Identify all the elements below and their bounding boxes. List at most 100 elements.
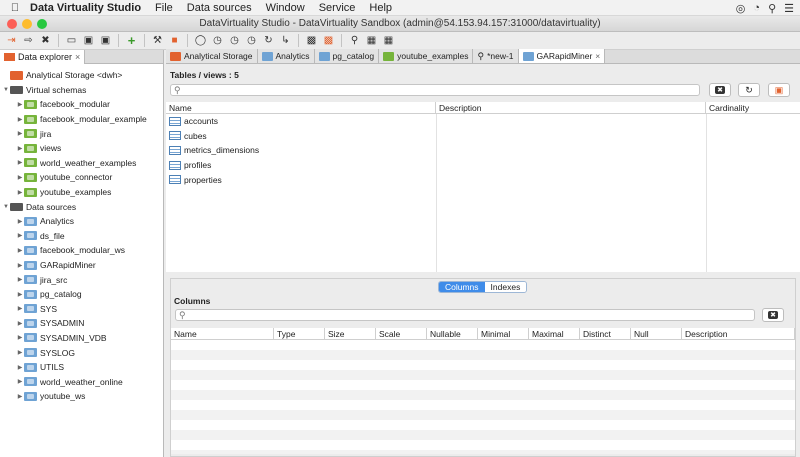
table-row[interactable]: properties bbox=[166, 172, 800, 187]
zoom-window-button[interactable] bbox=[37, 19, 47, 29]
tree-node-data-sources[interactable]: ▼ Data sources bbox=[0, 199, 163, 214]
menu-data-sources[interactable]: Data sources bbox=[187, 2, 252, 14]
notification-center-icon[interactable]: ☰ bbox=[784, 2, 794, 15]
editor-tab-2[interactable]: pg_catalog bbox=[314, 49, 380, 63]
editor-tab-5[interactable]: GARapidMiner × bbox=[518, 49, 606, 63]
schedule-icon[interactable]: ◷ bbox=[244, 34, 259, 48]
query-search-icon[interactable]: ⚲ bbox=[347, 34, 362, 48]
editor-tab-1[interactable]: Analytics bbox=[257, 49, 315, 63]
menu-help[interactable]: Help bbox=[369, 2, 392, 14]
clock-icon[interactable]: ◷ bbox=[210, 34, 225, 48]
column-header-cardinality[interactable]: Cardinality bbox=[706, 102, 800, 113]
close-icon[interactable]: × bbox=[595, 51, 600, 61]
tree-node-virtual-schema-6[interactable]: ▶ youtube_examples bbox=[0, 185, 163, 200]
menu-window[interactable]: Window bbox=[266, 2, 305, 14]
tree-node-data-source-5[interactable]: ▶ pg_catalog bbox=[0, 287, 163, 302]
menu-file[interactable]: File bbox=[155, 2, 173, 14]
apple-icon[interactable]:  bbox=[0, 2, 30, 14]
history-icon[interactable]: ◷ bbox=[227, 34, 242, 48]
import-icon[interactable]: ⇥ bbox=[4, 34, 19, 48]
clear-columns-filter-button[interactable]: ✖ bbox=[762, 308, 784, 322]
expand-triangle-icon[interactable]: ▶ bbox=[16, 305, 24, 312]
tree-node-data-source-11[interactable]: ▶ world_weather_online bbox=[0, 374, 163, 389]
columns-header-type[interactable]: Type bbox=[274, 328, 325, 339]
refresh-history-icon[interactable]: ↻ bbox=[261, 34, 276, 48]
tree-node-virtual-schema-0[interactable]: ▶ facebook_modular bbox=[0, 97, 163, 112]
columns-header-size[interactable]: Size bbox=[325, 328, 376, 339]
expand-triangle-icon[interactable]: ▶ bbox=[16, 247, 24, 254]
database-settings-button[interactable]: ▣ bbox=[768, 83, 790, 97]
tree-node-data-source-2[interactable]: ▶ facebook_modular_ws bbox=[0, 243, 163, 258]
tree-node-virtual-schema-4[interactable]: ▶ world_weather_examples bbox=[0, 156, 163, 171]
columns-header-name[interactable]: Name bbox=[171, 328, 274, 339]
table-row[interactable]: cubes bbox=[166, 129, 800, 144]
tree-node-virtual-schema-3[interactable]: ▶ views bbox=[0, 141, 163, 156]
add-icon[interactable]: + bbox=[124, 33, 139, 48]
tables-search-input[interactable]: ⚲ bbox=[170, 84, 700, 96]
expand-triangle-icon[interactable]: ▶ bbox=[16, 378, 24, 385]
minimize-window-button[interactable] bbox=[22, 19, 32, 29]
expand-triangle-icon[interactable]: ▶ bbox=[16, 218, 24, 225]
delete-icon[interactable]: ✖ bbox=[38, 34, 53, 48]
expand-triangle-icon[interactable]: ▶ bbox=[16, 262, 24, 269]
expand-triangle-icon[interactable]: ▶ bbox=[16, 276, 24, 283]
columns-header-nullable[interactable]: Nullable bbox=[427, 328, 478, 339]
tree-node-data-source-6[interactable]: ▶ SYS bbox=[0, 302, 163, 317]
expand-triangle-icon[interactable]: ▶ bbox=[16, 393, 24, 400]
expand-triangle-icon[interactable]: ▶ bbox=[16, 189, 24, 196]
editor-tab-0[interactable]: Analytical Storage bbox=[166, 49, 258, 63]
expand-triangle-icon[interactable]: ▶ bbox=[16, 159, 24, 166]
tab-data-explorer[interactable]: Data explorer × bbox=[0, 49, 86, 64]
briefcase-icon[interactable]: ▩ bbox=[304, 34, 319, 48]
columns-header-maximal[interactable]: Maximal bbox=[529, 328, 580, 339]
column-header-description[interactable]: Description bbox=[436, 102, 706, 113]
clear-filter-button[interactable]: ✖ bbox=[709, 83, 731, 97]
storage-icon[interactable]: ■ bbox=[167, 34, 182, 48]
tree-node-data-source-0[interactable]: ▶ Analytics bbox=[0, 214, 163, 229]
expand-triangle-icon[interactable]: ▶ bbox=[16, 101, 24, 108]
segment-indexes[interactable]: Indexes bbox=[484, 282, 527, 292]
briefcase-orange-icon[interactable]: ▩ bbox=[321, 34, 336, 48]
tree-node-virtual-schemas[interactable]: ▼ Virtual schemas bbox=[0, 83, 163, 98]
expand-triangle-icon[interactable]: ▶ bbox=[16, 334, 24, 341]
tree-node-virtual-schema-1[interactable]: ▶ facebook_modular_example bbox=[0, 112, 163, 127]
creative-cloud-icon[interactable]: ◎ bbox=[736, 2, 746, 15]
expand-triangle-icon[interactable]: ▶ bbox=[16, 232, 24, 239]
export-icon[interactable]: ⇨ bbox=[21, 34, 36, 48]
segment-columns[interactable]: Columns bbox=[439, 282, 485, 292]
expand-triangle-icon[interactable]: ▼ bbox=[2, 87, 10, 93]
wifi-icon[interactable]: ◔ bbox=[753, 2, 760, 14]
expand-triangle-icon[interactable]: ▶ bbox=[16, 174, 24, 181]
refresh-button[interactable]: ↻ bbox=[738, 83, 760, 97]
tree-node-data-source-1[interactable]: ▶ ds_file bbox=[0, 229, 163, 244]
editor-tab-4[interactable]: ⚲ *new-1 bbox=[473, 49, 519, 63]
table-row[interactable]: profiles bbox=[166, 158, 800, 173]
columns-header-description[interactable]: Description bbox=[682, 328, 795, 339]
table-search-icon[interactable]: ▦ bbox=[381, 34, 396, 48]
close-window-button[interactable] bbox=[7, 19, 17, 29]
columns-header-null[interactable]: Null bbox=[631, 328, 682, 339]
table-report-icon[interactable]: ▦ bbox=[364, 34, 379, 48]
menu-service[interactable]: Service bbox=[319, 2, 356, 14]
editor-tab-3[interactable]: youtube_examples bbox=[379, 49, 474, 63]
close-icon[interactable]: × bbox=[75, 52, 80, 62]
branch-icon[interactable]: ↳ bbox=[278, 34, 293, 48]
expand-triangle-icon[interactable]: ▶ bbox=[16, 130, 24, 137]
save-icon[interactable]: ▣ bbox=[81, 34, 96, 48]
tree-node-data-source-7[interactable]: ▶ SYSADMIN bbox=[0, 316, 163, 331]
tree-node-data-source-10[interactable]: ▶ UTILS bbox=[0, 360, 163, 375]
open-folder-icon[interactable]: ▭ bbox=[64, 34, 79, 48]
expand-triangle-icon[interactable]: ▼ bbox=[2, 204, 10, 210]
table-row[interactable]: accounts bbox=[166, 114, 800, 129]
expand-triangle-icon[interactable]: ▶ bbox=[16, 349, 24, 356]
expand-triangle-icon[interactable]: ▶ bbox=[16, 291, 24, 298]
expand-triangle-icon[interactable]: ▶ bbox=[16, 320, 24, 327]
app-menu[interactable]: Data Virtuality Studio bbox=[30, 2, 141, 14]
tools-icon[interactable]: ⚒ bbox=[150, 34, 165, 48]
tree-node-storage[interactable]: Analytical Storage <dwh> bbox=[0, 68, 163, 83]
column-header-name[interactable]: Name bbox=[166, 102, 436, 113]
tree-node-data-source-12[interactable]: ▶ youtube_ws bbox=[0, 389, 163, 404]
tree-node-data-source-4[interactable]: ▶ jira_src bbox=[0, 272, 163, 287]
expand-triangle-icon[interactable]: ▶ bbox=[16, 116, 24, 123]
tree-node-virtual-schema-2[interactable]: ▶ jira bbox=[0, 126, 163, 141]
